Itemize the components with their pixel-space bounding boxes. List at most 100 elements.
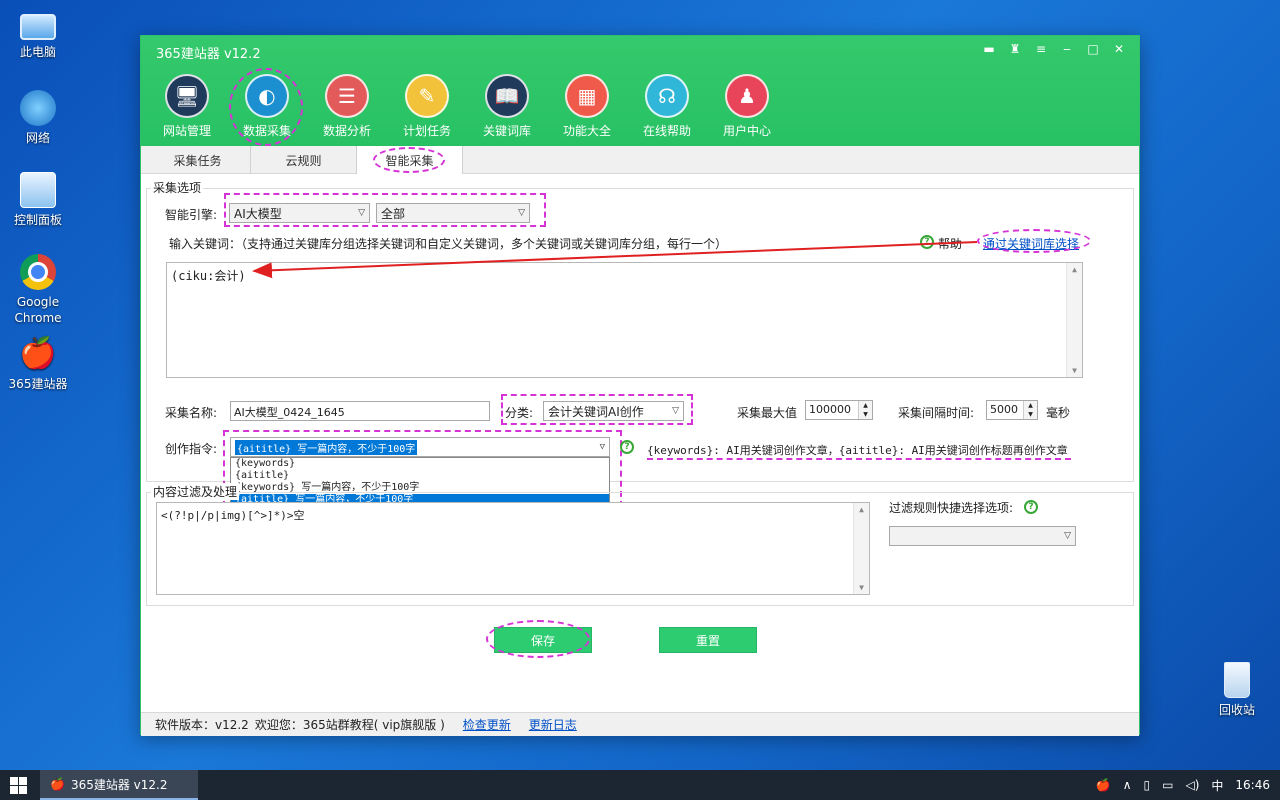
highlight-box: [501, 394, 693, 425]
nav-user-center[interactable]: ♟ 用户中心: [707, 74, 787, 139]
nav-all-features[interactable]: ▦ 功能大全: [547, 74, 627, 139]
max-value-stepper[interactable]: 100000 ▲ ▼: [805, 400, 873, 420]
clock-text[interactable]: 16:46: [1235, 778, 1270, 792]
minimize-icon[interactable]: ‒: [1059, 41, 1075, 57]
nav-label: 关键词库: [482, 124, 531, 138]
status-bar: 软件版本：v12.2 欢迎您：365站群教程( vip旗舰版 ) 检查更新 更新…: [141, 712, 1139, 736]
help-icon[interactable]: ?: [620, 440, 634, 454]
options-group-title: 采集选项: [151, 179, 204, 196]
apple-app-icon[interactable]: 🍎: [1096, 778, 1111, 792]
main-content: 采集选项 智能引擎: AI大模型 ▽ 全部 ▽ 输入关键词：（支持通过关键库分组选择…: [141, 174, 1139, 736]
system-tray: 🍎 ∧ ▯ ▭ ◁) 中 16:46: [1096, 770, 1270, 800]
highlight-ring: [229, 68, 303, 146]
tab-smart-collection[interactable]: 智能采集: [357, 146, 463, 174]
nav-label: 在线帮助: [642, 124, 691, 138]
control-panel-icon: [20, 172, 56, 208]
stepper-up-icon: ▲: [1028, 402, 1033, 409]
desktop-icon-label: 365建站器: [8, 377, 68, 391]
scroll-down-icon: ▼: [1072, 366, 1077, 375]
nav-data-analysis[interactable]: ☰ 数据分析: [307, 74, 387, 139]
keywords-value: (ciku:会计): [171, 269, 246, 283]
tab-cloud-rules[interactable]: 云规则: [251, 146, 357, 174]
grid-icon: ▦: [565, 74, 609, 118]
keywords-label: 输入关键词：（支持通过关键库分组选择关键词和自定义关键词，多个关键词或关键词库分…: [169, 237, 728, 251]
network-icon: [20, 90, 56, 126]
collection-name-input[interactable]: AI大模型_0424_1645: [230, 401, 490, 421]
scrollbar[interactable]: ▲ ▼: [853, 503, 869, 594]
tab-collection-tasks[interactable]: 采集任务: [145, 146, 251, 174]
monitor-icon: 🖥: [165, 74, 209, 118]
filter-quick-select[interactable]: ▽: [889, 526, 1076, 546]
nav-label: 功能大全: [562, 124, 611, 138]
menu-icon[interactable]: ≡: [1033, 41, 1049, 57]
chevron-up-icon[interactable]: ∧: [1123, 778, 1132, 792]
nav-scheduled-tasks[interactable]: ✎ 计划任务: [387, 74, 467, 139]
desktop-icon-label: Google Chrome: [14, 295, 62, 325]
interval-value: 5000: [990, 403, 1018, 416]
window-controls: ▬ ♜ ≡ ‒ □ ✕: [981, 41, 1127, 57]
name-label: 采集名称:: [165, 406, 218, 420]
filter-value: <(?!p|/p|img)[^>]*)>空: [161, 509, 305, 522]
filter-textarea[interactable]: <(?!p|/p|img)[^>]*)>空 ▲ ▼: [156, 502, 870, 595]
desktop-icon-recycle-bin[interactable]: 回收站: [1201, 662, 1273, 718]
keywords-textarea[interactable]: (ciku:会计) ▲ ▼: [166, 262, 1083, 378]
usb-icon[interactable]: ▯: [1144, 778, 1151, 792]
scroll-up-icon: ▲: [1072, 265, 1077, 274]
scroll-up-icon: ▲: [859, 505, 864, 514]
shirt-icon[interactable]: ♜: [1007, 41, 1023, 57]
nav-site-management[interactable]: 🖥 网站管理: [147, 74, 227, 139]
nav-data-collection[interactable]: ◐ 数据采集: [227, 68, 307, 146]
engine-label: 智能引擎:: [165, 208, 218, 222]
interval-stepper[interactable]: 5000 ▲ ▼: [986, 400, 1038, 420]
maximize-icon[interactable]: □: [1085, 41, 1101, 57]
taskbar-app-label: 365建站器 v12.2: [70, 777, 168, 792]
desktop-icon-365[interactable]: 🍎 365建站器: [2, 336, 74, 392]
volume-icon[interactable]: ◁): [1185, 778, 1199, 792]
taskbar-app[interactable]: 🍎 365建站器 v12.2: [40, 770, 198, 800]
start-button[interactable]: [0, 770, 36, 800]
title-bar: 365建站器 v12.2 ▬ ♜ ≡ ‒ □ ✕ 🖥 网站管理 ◐ 数据采集 ☰…: [141, 36, 1139, 146]
desktop-icon-label: 控制面板: [13, 213, 62, 227]
sub-tabs: 采集任务 云规则 智能采集: [141, 146, 1139, 174]
scrollbar[interactable]: ▲ ▼: [1066, 263, 1082, 377]
desktop-icon-this-pc[interactable]: 此电脑: [2, 8, 74, 60]
max-label: 采集最大值: [737, 406, 798, 420]
highlight-underline: [647, 458, 1071, 460]
check-update-link[interactable]: 检查更新: [463, 716, 511, 733]
scroll-down-icon: ▼: [859, 583, 864, 592]
desktop-icon-control-panel[interactable]: 控制面板: [2, 172, 74, 228]
desktop-icon-label: 网络: [25, 131, 50, 145]
computer-icon: [20, 14, 56, 40]
changelog-link[interactable]: 更新日志: [529, 716, 577, 733]
reset-button[interactable]: 重置: [659, 627, 757, 653]
help-icon[interactable]: ?: [1024, 500, 1038, 514]
version-text: 软件版本：v12.2: [155, 718, 249, 732]
desktop-icon-chrome[interactable]: Google Chrome: [2, 254, 74, 326]
nav-label: 计划任务: [402, 124, 451, 138]
chrome-icon: [20, 254, 56, 290]
help-label[interactable]: 帮助: [938, 235, 962, 252]
desktop-icon-network[interactable]: 网络: [2, 90, 74, 146]
stepper-arrows[interactable]: ▲ ▼: [1023, 401, 1037, 419]
instruction-label: 创作指令:: [165, 442, 218, 456]
clock-icon: ✎: [405, 74, 449, 118]
window-title: 365建站器 v12.2: [156, 47, 261, 62]
book-icon: 📖: [485, 74, 529, 118]
stepper-arrows[interactable]: ▲ ▼: [858, 401, 872, 419]
apple-app-icon: 🍎: [19, 336, 57, 371]
close-icon[interactable]: ✕: [1111, 41, 1127, 57]
nav-label: 数据分析: [322, 124, 371, 138]
nav-keyword-library[interactable]: 📖 关键词库: [467, 74, 547, 139]
max-value: 100000: [809, 403, 851, 416]
display-icon[interactable]: ▭: [1162, 778, 1173, 792]
ime-indicator[interactable]: 中: [1211, 777, 1223, 794]
help-icon[interactable]: ?: [920, 235, 934, 249]
desktop-icon-label: 此电脑: [19, 45, 56, 59]
chat-icon[interactable]: ▬: [981, 41, 997, 57]
nav-online-help[interactable]: ☊ 在线帮助: [627, 74, 707, 139]
welcome-text: 欢迎您：365站群教程( vip旗舰版 ): [254, 718, 445, 732]
highlight-ring: [977, 229, 1091, 253]
highlight-ring: [373, 147, 445, 173]
stepper-up-icon: ▲: [863, 402, 868, 409]
headset-icon: ☊: [645, 74, 689, 118]
